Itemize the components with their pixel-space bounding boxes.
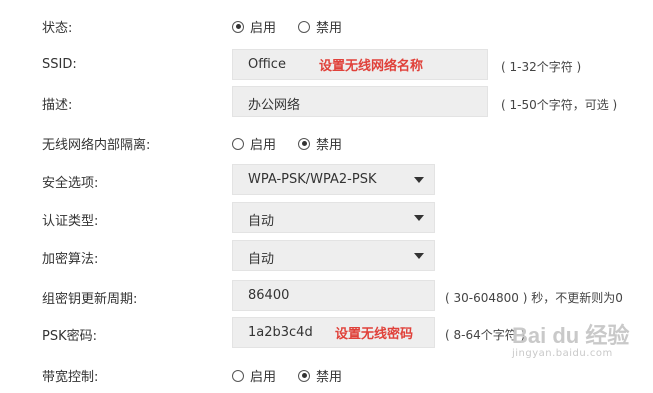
status-radio-group: 启用 禁用 (232, 17, 358, 36)
status-enable-label[interactable]: 启用 (250, 17, 276, 36)
isolation-radio-group: 启用 禁用 (232, 134, 358, 153)
security-select[interactable]: WPA-PSK/WPA2-PSK (232, 164, 435, 195)
watermark-url: jingyan.baidu.com (512, 348, 613, 359)
watermark-logo: Bai du 经验 (512, 323, 630, 348)
status-disable-label[interactable]: 禁用 (316, 17, 342, 36)
psk-input[interactable]: 1a2b3c4d 设置无线密码 (232, 317, 435, 348)
bandwidth-label: 带宽控制: (42, 370, 99, 385)
auth-type-select[interactable]: 自动 (232, 202, 435, 233)
auth-type-label: 认证类型: (42, 214, 99, 229)
encryption-select[interactable]: 自动 (232, 240, 435, 271)
group-key-input[interactable]: 86400 (232, 280, 435, 311)
bandwidth-radio-group: 启用 禁用 (232, 366, 358, 385)
chevron-down-icon (414, 215, 424, 221)
psk-annotation: 设置无线密码 (335, 327, 414, 342)
isolation-label: 无线网络内部隔离: (42, 138, 151, 153)
psk-value: 1a2b3c4d (248, 325, 313, 340)
ssid-input[interactable]: Office 设置无线网络名称 (232, 49, 488, 80)
encryption-value: 自动 (248, 252, 275, 267)
security-label: 安全选项: (42, 176, 99, 191)
chevron-down-icon (414, 177, 424, 183)
ssid-value: Office (248, 57, 286, 72)
ssid-annotation: 设置无线网络名称 (319, 59, 424, 74)
group-key-value: 86400 (248, 288, 290, 303)
isolation-enable-label[interactable]: 启用 (250, 134, 276, 153)
isolation-enable-radio[interactable] (232, 137, 244, 150)
description-value: 办公网络 (248, 98, 301, 113)
isolation-disable-radio[interactable] (298, 137, 311, 150)
chevron-down-icon (414, 253, 424, 259)
bandwidth-enable-radio[interactable] (232, 369, 244, 382)
isolation-disable-label[interactable]: 禁用 (316, 134, 342, 153)
description-label: 描述: (42, 98, 73, 113)
group-key-label: 组密钥更新周期: (42, 292, 138, 307)
security-value: WPA-PSK/WPA2-PSK (248, 172, 377, 187)
status-disable-radio[interactable] (298, 20, 311, 33)
ssid-hint: ( 1-32个字符 ) (501, 60, 582, 74)
baidu-jingyan-watermark: Bai du 经验 jingyan.baidu.com (512, 318, 630, 359)
bandwidth-enable-label[interactable]: 启用 (250, 366, 276, 385)
status-label: 状态: (42, 21, 73, 36)
encryption-label: 加密算法: (42, 252, 99, 267)
description-hint: ( 1-50个字符，可选 ) (501, 98, 618, 112)
psk-label: PSK密码: (42, 329, 97, 344)
group-key-hint: ( 30-604800 ) 秒，不更新则为0 (445, 291, 623, 305)
bandwidth-disable-label[interactable]: 禁用 (316, 366, 342, 385)
bandwidth-disable-radio[interactable] (298, 369, 311, 382)
status-enable-radio[interactable] (232, 20, 244, 33)
auth-type-value: 自动 (248, 214, 275, 229)
ssid-label: SSID: (42, 57, 77, 72)
description-input[interactable]: 办公网络 (232, 86, 488, 117)
